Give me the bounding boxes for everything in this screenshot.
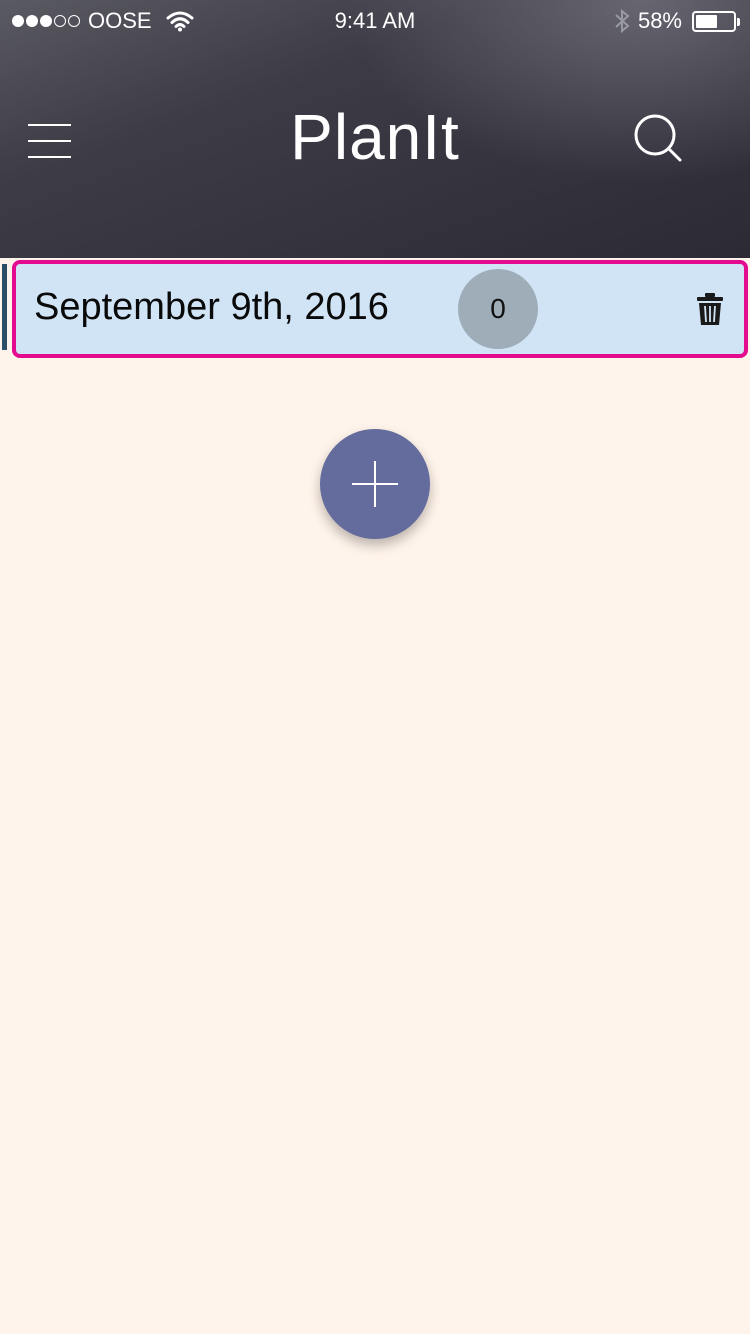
status-right: 58% [614, 8, 740, 34]
bluetooth-icon [615, 8, 630, 34]
plus-icon [352, 461, 398, 507]
trash-icon[interactable] [696, 292, 724, 326]
search-icon[interactable] [632, 112, 684, 164]
battery-tip [737, 17, 740, 26]
app-header: OOSE 9:41 AM 58% PlanIt [0, 0, 750, 258]
add-day-button[interactable] [320, 429, 430, 539]
battery-percent: 58% [637, 8, 682, 33]
task-count-badge: 0 [458, 269, 538, 349]
battery-icon [692, 10, 740, 32]
row-accent-bar [2, 264, 7, 350]
status-bar: OOSE 9:41 AM 58% [0, 0, 750, 42]
day-row[interactable]: September 9th, 2016 0 [12, 260, 748, 358]
app-screen: OOSE 9:41 AM 58% PlanIt September 9th, 2… [0, 0, 750, 1334]
battery-level-fill [696, 14, 717, 28]
day-title: September 9th, 2016 [34, 286, 389, 328]
